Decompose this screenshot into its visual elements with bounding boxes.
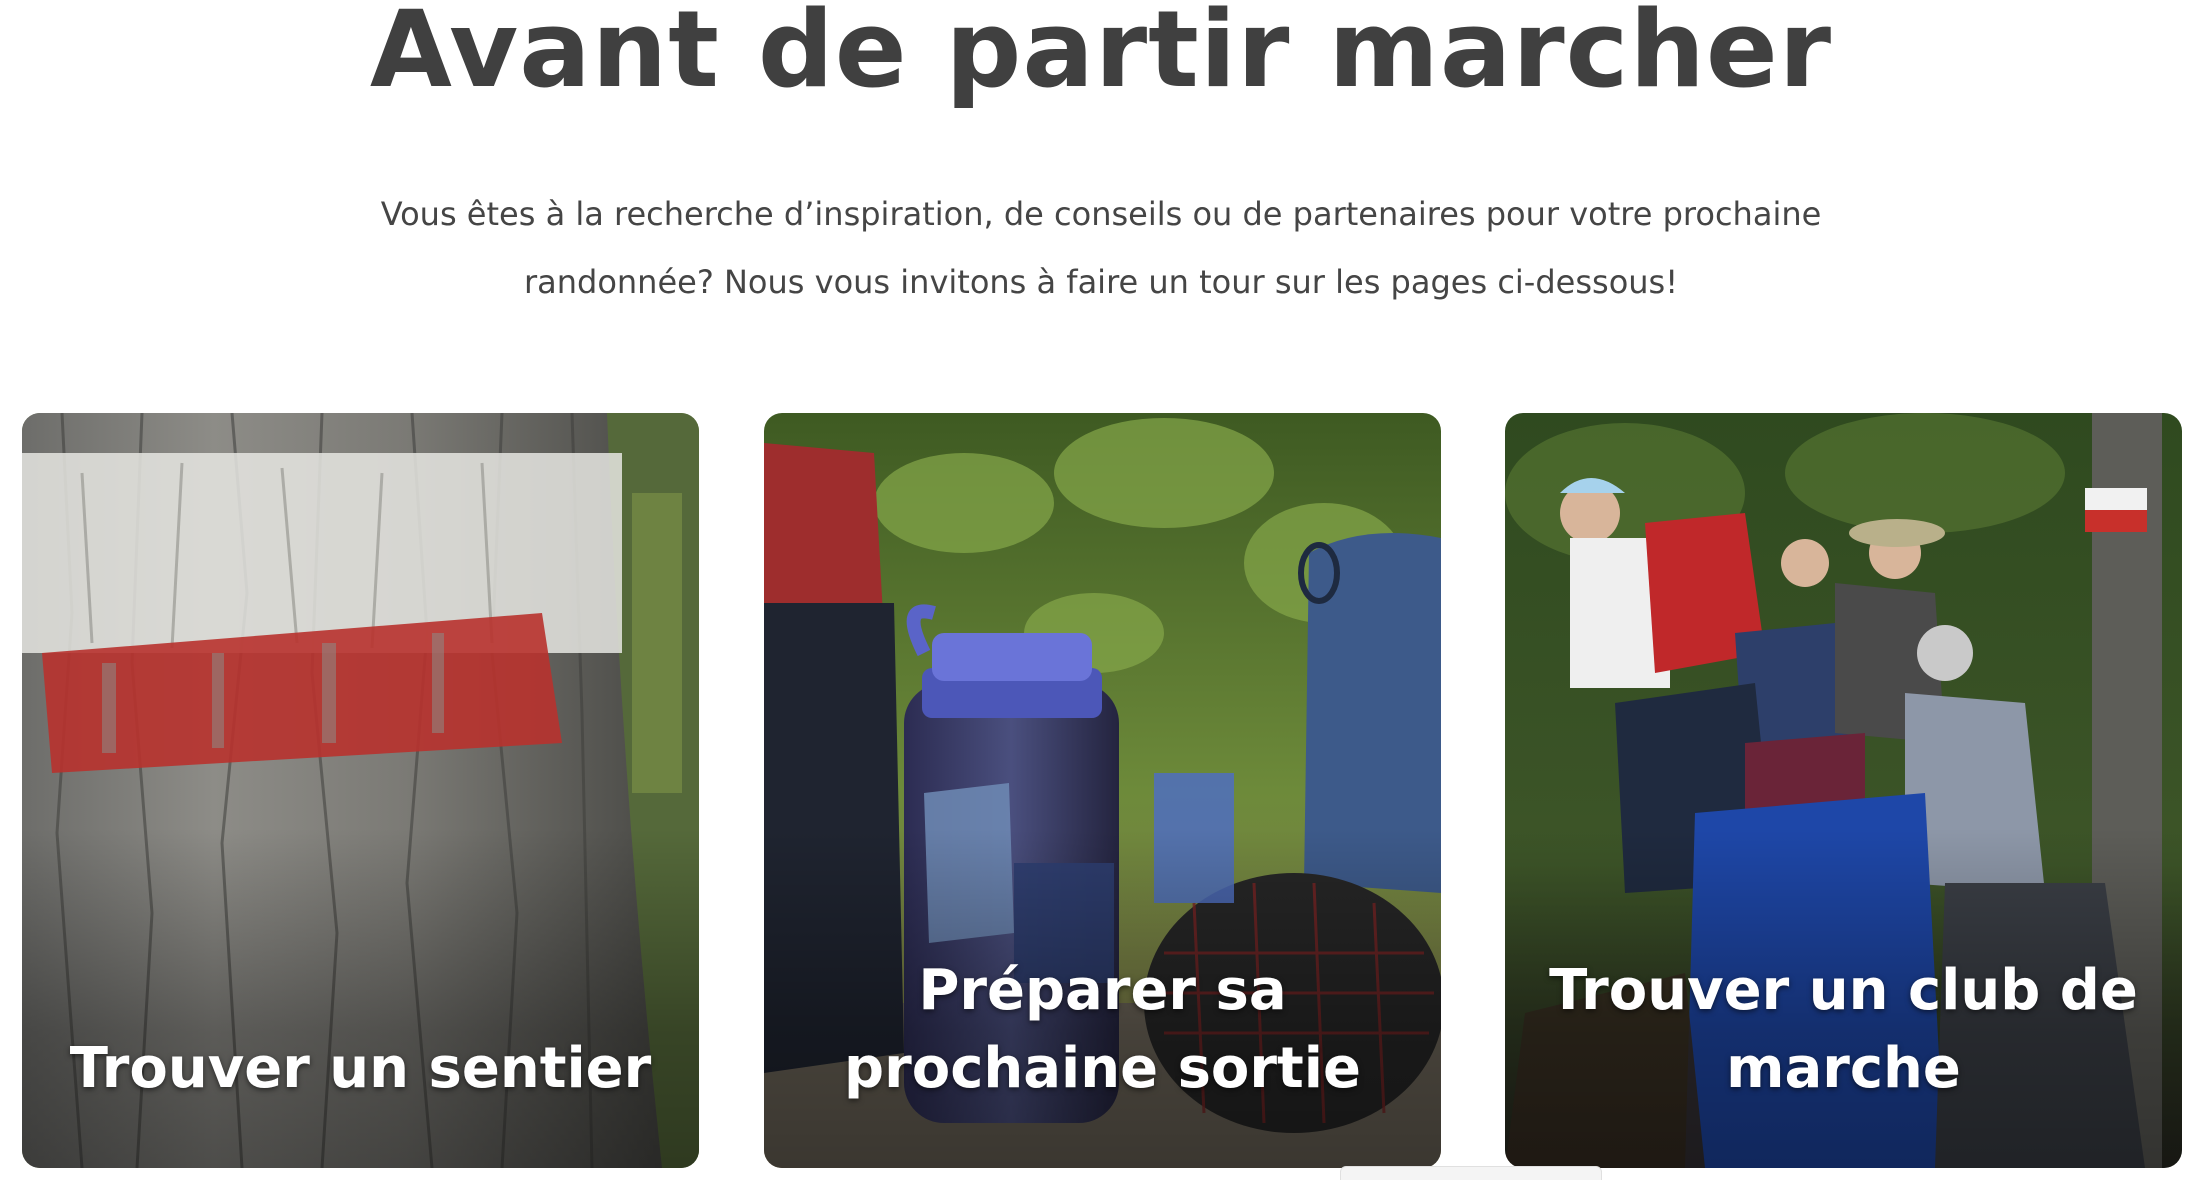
- section-title: Avant de partir marcher: [369, 0, 1833, 111]
- card-shade: [22, 828, 699, 1168]
- card-trouver-club[interactable]: Trouver un club de marche: [1505, 413, 2182, 1168]
- card-grid: Trouver un sentier Préparer sa prochaine…: [22, 413, 2182, 1168]
- card-trouver-sentier[interactable]: Trouver un sentier: [22, 413, 699, 1168]
- page: Avant de partir marcher Vous êtes à la r…: [0, 0, 2202, 1180]
- card-label: Préparer sa prochaine sortie: [844, 958, 1361, 1101]
- section-intro: Vous êtes à la recherche d’inspiration, …: [380, 195, 1822, 301]
- card-label: Trouver un club de marche: [1549, 958, 2138, 1101]
- card-preparer-sortie[interactable]: Préparer sa prochaine sortie: [764, 413, 1441, 1168]
- floating-bar-edge: [1340, 1166, 1602, 1180]
- card-label: Trouver un sentier: [69, 1036, 652, 1101]
